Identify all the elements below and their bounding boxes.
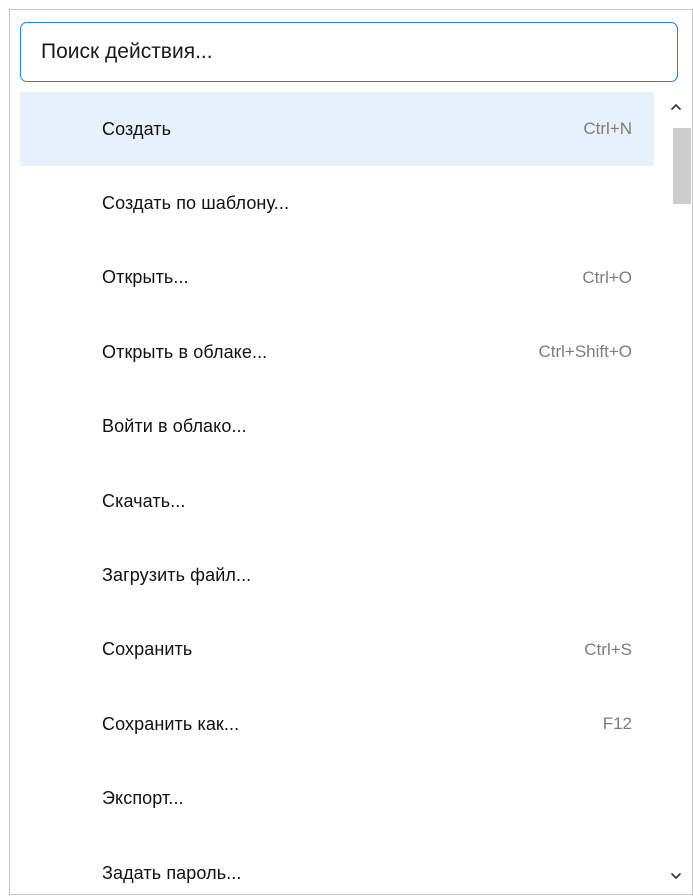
action-list: Создать Ctrl+N Создать по шаблону... Отк… (20, 92, 654, 887)
list-item-create-from-template[interactable]: Создать по шаблону... (20, 166, 654, 240)
item-label: Открыть... (102, 267, 189, 288)
item-shortcut: Ctrl+Shift+O (538, 342, 632, 362)
item-label: Открыть в облаке... (102, 341, 268, 362)
command-palette: Создать Ctrl+N Создать по шаблону... Отк… (9, 9, 693, 895)
item-label: Задать пароль... (102, 862, 242, 883)
scroll-down-button[interactable] (661, 863, 691, 889)
item-label: Войти в облако... (102, 416, 247, 437)
list-item-sign-in-cloud[interactable]: Войти в облако... (20, 390, 654, 464)
item-label: Сохранить (102, 639, 193, 660)
item-label: Создать по шаблону... (102, 193, 290, 214)
vertical-scrollbar[interactable] (661, 92, 691, 889)
item-shortcut: Ctrl+S (584, 639, 632, 659)
list-item-export[interactable]: Экспорт... (20, 762, 654, 836)
list-item-download[interactable]: Скачать... (20, 464, 654, 538)
search-input[interactable] (21, 23, 677, 81)
chevron-up-icon (670, 103, 682, 111)
list-item-open-in-cloud[interactable]: Открыть в облаке... Ctrl+Shift+O (20, 315, 654, 389)
list-item-save[interactable]: Сохранить Ctrl+S (20, 613, 654, 687)
item-shortcut: Ctrl+N (583, 119, 632, 139)
list-item-open[interactable]: Открыть... Ctrl+O (20, 241, 654, 315)
list-item-create[interactable]: Создать Ctrl+N (20, 92, 654, 167)
item-shortcut: Ctrl+O (582, 267, 632, 287)
search-box[interactable] (20, 22, 678, 82)
chevron-down-icon (670, 872, 682, 880)
scroll-up-button[interactable] (661, 94, 691, 120)
item-label: Загрузить файл... (102, 565, 252, 586)
list-item-set-password[interactable]: Задать пароль... (20, 836, 654, 887)
list-item-save-as[interactable]: Сохранить как... F12 (20, 687, 654, 761)
list-item-upload-file[interactable]: Загрузить файл... (20, 538, 654, 612)
item-label: Создать (102, 118, 172, 139)
item-shortcut: F12 (602, 714, 632, 734)
scroll-thumb[interactable] (673, 128, 691, 204)
item-label: Скачать... (102, 490, 186, 511)
item-label: Сохранить как... (102, 713, 240, 734)
item-label: Экспорт... (102, 788, 184, 809)
